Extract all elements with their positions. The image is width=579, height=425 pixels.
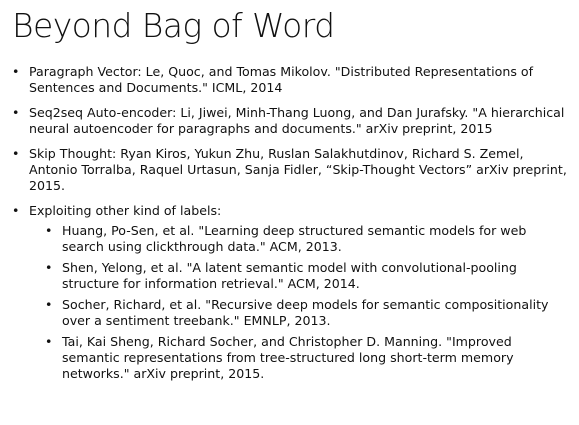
slide-title: Beyond Bag of Word [12,6,335,45]
bullet-icon: • [45,297,53,312]
bullet-icon: • [12,146,20,161]
sub-list-item-text: Socher, Richard, et al. "Recursive deep … [62,297,549,328]
sub-list-item-text: Shen, Yelong, et al. "A latent semantic … [62,260,517,291]
list-item: • Skip Thought: Ryan Kiros, Yukun Zhu, R… [12,146,572,194]
slide-content: • Paragraph Vector: Le, Quoc, and Tomas … [12,64,572,391]
bullet-icon: • [12,105,20,120]
sub-list-item-text: Tai, Kai Sheng, Richard Socher, and Chri… [62,334,514,381]
sub-reference-list: • Huang, Po-Sen, et al. "Learning deep s… [45,223,572,382]
slide: Beyond Bag of Word • Paragraph Vector: L… [0,0,579,425]
reference-list: • Paragraph Vector: Le, Quoc, and Tomas … [12,64,572,382]
bullet-icon: • [12,203,20,218]
sub-list-item: • Huang, Po-Sen, et al. "Learning deep s… [45,223,572,255]
list-item-text: Skip Thought: Ryan Kiros, Yukun Zhu, Rus… [29,146,567,193]
sub-list-item-text: Huang, Po-Sen, et al. "Learning deep str… [62,223,527,254]
bullet-icon: • [45,334,53,349]
list-item-text: Paragraph Vector: Le, Quoc, and Tomas Mi… [29,64,534,95]
bullet-icon: • [45,223,53,238]
list-item-text: Exploiting other kind of labels: [29,203,222,218]
bullet-icon: • [45,260,53,275]
bullet-icon: • [12,64,20,79]
list-item: • Seq2seq Auto-encoder: Li, Jiwei, Minh-… [12,105,572,137]
list-item: • Paragraph Vector: Le, Quoc, and Tomas … [12,64,572,96]
sub-list-item: • Tai, Kai Sheng, Richard Socher, and Ch… [45,334,572,382]
sub-list-item: • Socher, Richard, et al. "Recursive dee… [45,297,572,329]
list-item-text: Seq2seq Auto-encoder: Li, Jiwei, Minh-Th… [29,105,565,136]
sub-list-item: • Shen, Yelong, et al. "A latent semanti… [45,260,572,292]
list-item: • Exploiting other kind of labels: • Hua… [12,203,572,382]
